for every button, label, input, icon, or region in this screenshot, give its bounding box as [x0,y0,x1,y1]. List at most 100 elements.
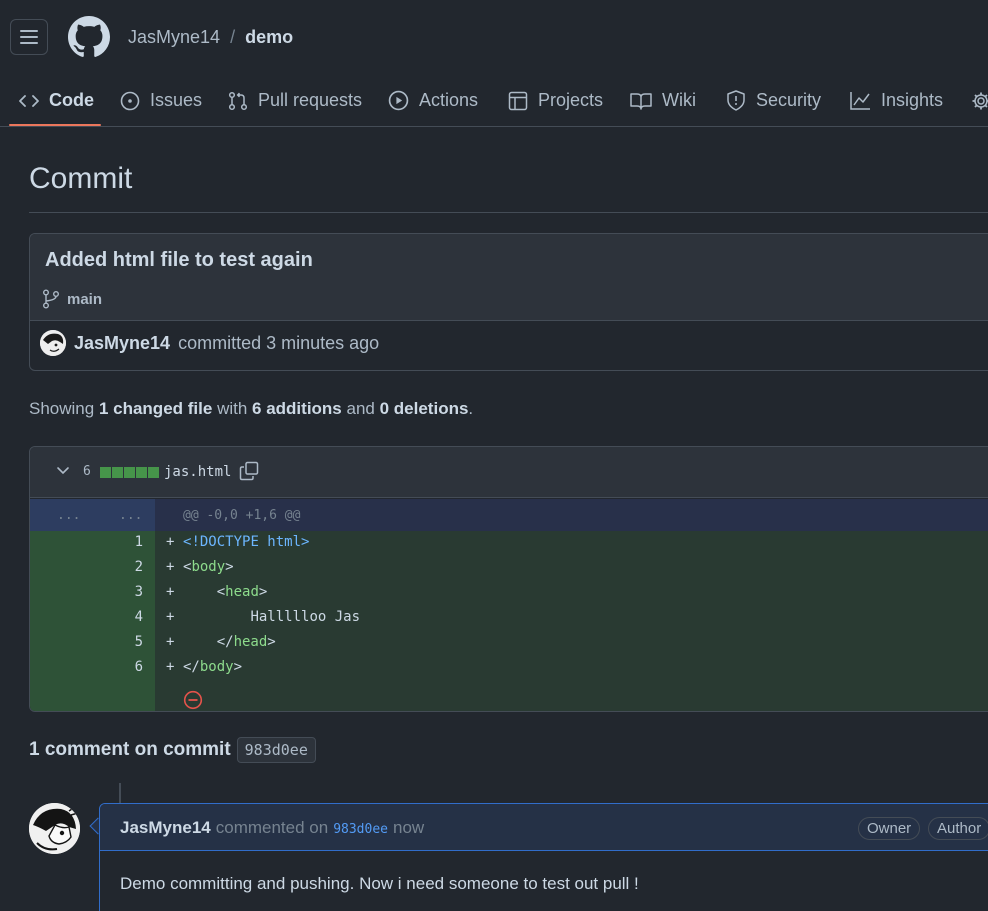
tab-issues[interactable]: Issues [120,74,202,127]
line-number[interactable]: 2 [110,559,143,575]
tab-code[interactable]: Code [19,74,94,127]
page-title: Commit [29,162,133,195]
repo-name-link[interactable]: demo [245,27,293,48]
title-divider [29,212,988,213]
comment-time[interactable]: now [393,818,424,838]
tab-label: Wiki [662,90,696,110]
repo-owner-link[interactable]: JasMyne14 [128,27,220,48]
tab-label: Projects [538,90,604,110]
summary-files[interactable]: 1 changed file [99,399,212,418]
comment-author-link[interactable]: JasMyne14 [120,818,211,838]
expand-left[interactable]: ... [57,508,80,523]
selected-tab-indicator [9,124,101,126]
hunk-header-row: ... ... @@ -0,0 +1,6 @@ [30,499,988,531]
shield-icon [727,90,745,111]
tab-wiki[interactable]: Wiki [630,74,696,127]
line-sign: + [166,659,175,675]
diff-line: 6 + </body> [30,656,988,681]
timeline-connector [119,783,121,803]
line-number[interactable]: 6 [110,659,143,675]
commit-author-row: JasMyne14 committed 3 minutes ago [40,330,379,356]
code-token-open: </ [216,634,234,650]
code-token-close: > [301,534,310,550]
commit-comment: JasMyne14 commented on 983d0ee now Owner… [99,803,988,911]
line-number[interactable]: 5 [110,634,143,650]
comment-author-avatar[interactable] [29,803,80,854]
line-code: </head> [183,634,276,650]
line-sign: + [166,634,175,650]
no-newline-at-eof-icon [183,690,203,710]
tab-settings[interactable] [971,74,988,127]
breadcrumb: JasMyne14 / demo [128,27,293,48]
line-number[interactable]: 4 [110,609,143,625]
code-token-close: > [233,659,243,675]
code-token-tag: body [191,559,226,575]
file-name-link[interactable]: jas.html [164,464,231,480]
owner-badge: Owner [858,817,921,840]
diff-line: 4 + Hallllloo Jas [30,606,988,631]
summary-with: with [217,399,248,418]
graph-icon [850,92,870,110]
code-token-tag: head [233,634,268,650]
summary-additions: 6 additions [252,399,342,418]
line-sign: + [166,559,175,575]
line-number[interactable]: 3 [110,584,143,600]
code-token-open: </ [183,659,200,675]
expand-right[interactable]: ... [119,508,142,523]
chevron-down-icon[interactable] [56,466,70,476]
line-number[interactable]: 1 [110,534,143,550]
avatar-image-icon [29,803,80,854]
tab-label: Security [756,90,822,110]
diff-line: 2 + <body> [30,556,988,581]
line-code: Hallllloo Jas [183,609,360,625]
line-code: <!DOCTYPE html> [183,534,309,550]
git-pull-request-icon [228,91,248,110]
diff-line: 3 + <head> [30,581,988,606]
tab-label: Pull requests [258,90,363,110]
tab-insights[interactable]: Insights [850,74,943,127]
commit-time: committed 3 minutes ago [178,332,380,353]
commit-sha-chip[interactable]: 983d0ee [236,737,316,763]
diff-summary: Showing 1 changed file with 6 additions … [29,399,473,419]
diffstat-bar [100,467,159,478]
issue-opened-icon [120,91,140,110]
copy-icon[interactable] [239,461,259,481]
line-code: <body> [183,559,234,575]
tab-projects[interactable]: Projects [508,74,603,127]
commit-header-box: Added html file to test again main JasMy… [29,233,988,371]
summary-suffix: . [468,399,474,418]
tab-actions[interactable]: Actions [388,74,478,127]
tab-label: Insights [881,90,944,110]
github-logo-icon[interactable] [68,16,110,58]
hamburger-icon [20,30,38,44]
summary-prefix: Showing [29,399,95,418]
code-token-close: > [225,559,234,575]
comment-body: Demo committing and pushing. Now i need … [120,874,639,893]
comment-sha-link[interactable]: 983d0ee [333,822,388,837]
breadcrumb-separator: / [230,27,236,47]
tab-label: Actions [419,90,479,110]
file-header: 6 jas.html [30,447,988,498]
commit-message: Added html file to test again [45,249,313,271]
diff-line-count: 6 [83,464,91,479]
code-icon [19,94,39,107]
play-icon [388,90,409,111]
commit-author-link[interactable]: JasMyne14 [74,333,170,354]
code-token-open: < [216,584,226,600]
summary-deletions: 0 deletions [379,399,469,418]
code-text: Hallllloo Jas [250,609,361,625]
line-code: </body> [183,659,242,675]
code-token-tag: !DOCTYPE html [191,534,302,550]
code-token-close: > [258,584,268,600]
diff-line: 1 + <!DOCTYPE html> [30,531,988,556]
avatar[interactable] [40,330,66,356]
branch-label[interactable]: main [42,289,102,309]
tab-pull-requests[interactable]: Pull requests [228,74,362,127]
tab-security[interactable]: Security [726,74,821,127]
code-token-close: > [267,634,276,650]
tab-label: Issues [150,90,203,110]
hamburger-menu-button[interactable] [10,19,48,55]
hunk-header: @@ -0,0 +1,6 @@ [183,508,301,523]
commit-title-area: Added html file to test again main [30,234,988,321]
line-sign: + [166,534,175,550]
